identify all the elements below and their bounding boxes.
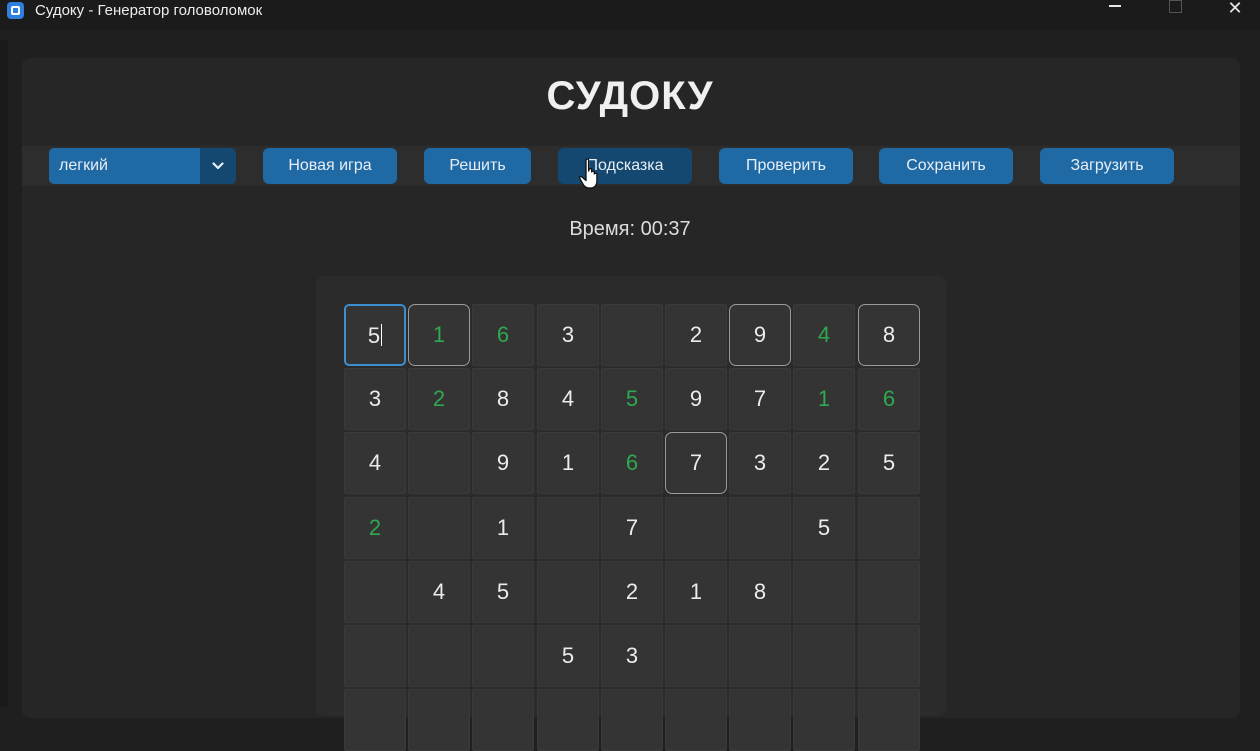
difficulty-dropdown[interactable]: легкий — [49, 148, 236, 184]
sudoku-cell-r2-c1[interactable]: 3 — [344, 368, 406, 430]
sudoku-cell-r1-c7[interactable]: 9 — [729, 304, 791, 366]
sudoku-cell-r1-c4[interactable]: 3 — [537, 304, 599, 366]
app-icon — [7, 2, 24, 19]
page-title: СУДОКУ — [546, 74, 714, 118]
sudoku-cell-r3-c5[interactable]: 6 — [601, 432, 663, 494]
sudoku-cell-r3-c7[interactable]: 3 — [729, 432, 791, 494]
sudoku-cell-r2-c7[interactable]: 7 — [729, 368, 791, 430]
sudoku-cell-r2-c2[interactable]: 2 — [408, 368, 470, 430]
sudoku-cell-r5-c3[interactable]: 5 — [472, 561, 534, 623]
sudoku-cell-r3-c3[interactable]: 9 — [472, 432, 534, 494]
dropdown-toggle[interactable] — [200, 148, 236, 184]
sudoku-cell-r1-c9[interactable]: 8 — [858, 304, 920, 366]
sudoku-cell-r6-c6[interactable] — [665, 625, 727, 687]
sudoku-cell-r6-c7[interactable] — [729, 625, 791, 687]
sudoku-cell-r6-c8[interactable] — [793, 625, 855, 687]
maximize-button[interactable] — [1150, 0, 1200, 20]
sudoku-cell-r5-c7[interactable]: 8 — [729, 561, 791, 623]
sudoku-cell-r5-c4[interactable] — [537, 561, 599, 623]
sudoku-cell-r7-c1[interactable] — [344, 689, 406, 751]
sudoku-cell-r3-c9[interactable]: 5 — [858, 432, 920, 494]
sudoku-cell-r2-c5[interactable]: 5 — [601, 368, 663, 430]
sudoku-cell-r1-c2[interactable]: 1 — [408, 304, 470, 366]
hand-cursor-icon — [578, 158, 598, 189]
sudoku-cell-r3-c6[interactable]: 7 — [665, 432, 727, 494]
chevron-down-icon — [212, 162, 224, 170]
sudoku-cell-r4-c5[interactable]: 7 — [601, 497, 663, 559]
sudoku-cell-r4-c2[interactable] — [408, 497, 470, 559]
sudoku-cell-r7-c7[interactable] — [729, 689, 791, 751]
text-cursor — [381, 324, 383, 347]
sudoku-cell-r3-c4[interactable]: 1 — [537, 432, 599, 494]
sudoku-cell-r5-c8[interactable] — [793, 561, 855, 623]
sudoku-cell-r4-c1[interactable]: 2 — [344, 497, 406, 559]
solve-button[interactable]: Решить — [424, 148, 531, 184]
sudoku-cell-r6-c1[interactable] — [344, 625, 406, 687]
close-button[interactable]: ✕ — [1210, 0, 1260, 20]
difficulty-value: легкий — [59, 157, 108, 174]
save-button[interactable]: Сохранить — [879, 148, 1013, 184]
sudoku-cell-r7-c2[interactable] — [408, 689, 470, 751]
sudoku-cell-r1-c5[interactable] — [601, 304, 663, 366]
sudoku-cell-r2-c4[interactable]: 4 — [537, 368, 599, 430]
sudoku-cell-r3-c2[interactable] — [408, 432, 470, 494]
sudoku-cell-r6-c5[interactable]: 3 — [601, 625, 663, 687]
sudoku-cell-r4-c9[interactable] — [858, 497, 920, 559]
sudoku-grid: 516329483284597164916732521754521853 — [344, 304, 920, 751]
sudoku-cell-r2-c3[interactable]: 8 — [472, 368, 534, 430]
minimize-button[interactable] — [1090, 0, 1140, 20]
sudoku-cell-r4-c8[interactable]: 5 — [793, 497, 855, 559]
sudoku-cell-r6-c4[interactable]: 5 — [537, 625, 599, 687]
window-title: Судоку - Генератор головоломок — [35, 2, 263, 19]
title-bar: Судоку - Генератор головоломок ✕ — [0, 0, 1260, 30]
sudoku-cell-r5-c1[interactable] — [344, 561, 406, 623]
sudoku-cell-r7-c4[interactable] — [537, 689, 599, 751]
sudoku-cell-r4-c7[interactable] — [729, 497, 791, 559]
sudoku-cell-r5-c6[interactable]: 1 — [665, 561, 727, 623]
sudoku-cell-r4-c3[interactable]: 1 — [472, 497, 534, 559]
sudoku-cell-r7-c8[interactable] — [793, 689, 855, 751]
sudoku-cell-r2-c9[interactable]: 6 — [858, 368, 920, 430]
sudoku-cell-r7-c6[interactable] — [665, 689, 727, 751]
sudoku-cell-r4-c6[interactable] — [665, 497, 727, 559]
sudoku-cell-r4-c4[interactable] — [537, 497, 599, 559]
new-game-button[interactable]: Новая игра — [263, 148, 397, 184]
sudoku-cell-r1-c3[interactable]: 6 — [472, 304, 534, 366]
sudoku-cell-r7-c9[interactable] — [858, 689, 920, 751]
sudoku-cell-r5-c2[interactable]: 4 — [408, 561, 470, 623]
sudoku-cell-r6-c2[interactable] — [408, 625, 470, 687]
sudoku-cell-r7-c3[interactable] — [472, 689, 534, 751]
sudoku-cell-r3-c1[interactable]: 4 — [344, 432, 406, 494]
maximize-icon — [1168, 0, 1182, 13]
sudoku-cell-r2-c8[interactable]: 1 — [793, 368, 855, 430]
sudoku-cell-r1-c8[interactable]: 4 — [793, 304, 855, 366]
sudoku-cell-r7-c5[interactable] — [601, 689, 663, 751]
sudoku-cell-r1-c1[interactable]: 5 — [344, 304, 406, 366]
sudoku-cell-r1-c6[interactable]: 2 — [665, 304, 727, 366]
sudoku-cell-r5-c5[interactable]: 2 — [601, 561, 663, 623]
sudoku-cell-r3-c8[interactable]: 2 — [793, 432, 855, 494]
minimize-icon — [1109, 5, 1121, 8]
check-button[interactable]: Проверить — [719, 148, 853, 184]
sudoku-cell-r6-c3[interactable] — [472, 625, 534, 687]
sudoku-cell-r5-c9[interactable] — [858, 561, 920, 623]
sudoku-cell-r2-c6[interactable]: 9 — [665, 368, 727, 430]
load-button[interactable]: Загрузить — [1040, 148, 1174, 184]
sudoku-cell-r6-c9[interactable] — [858, 625, 920, 687]
close-icon: ✕ — [1227, 0, 1243, 18]
game-timer: Время: 00:37 — [569, 218, 691, 240]
window-edge — [0, 40, 8, 707]
